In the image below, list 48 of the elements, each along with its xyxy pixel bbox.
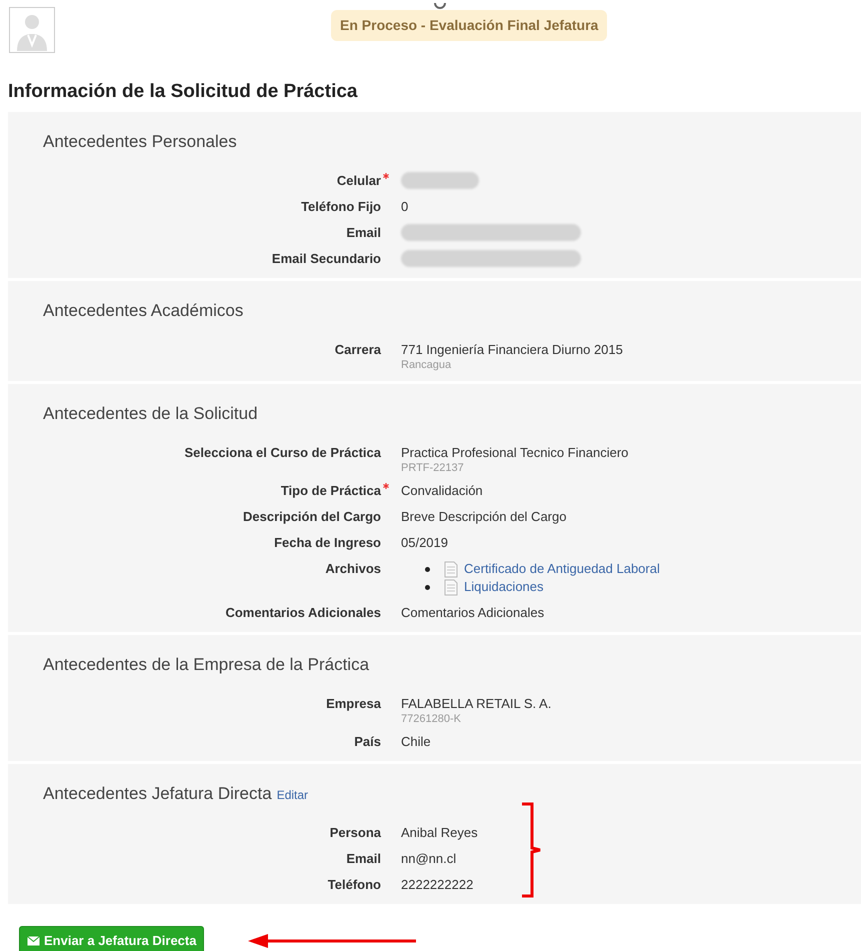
field-value: Breve Descripción del Cargo: [401, 508, 566, 526]
field-label: Fecha de Ingreso: [274, 534, 381, 552]
status-badge: En Proceso - Evaluación Final Jefatura: [331, 10, 608, 41]
field-label: Descripción del Cargo: [243, 508, 381, 526]
section-title: Antecedentes Académicos: [43, 301, 244, 321]
page-title: Información de la Solicitud de Práctica: [7, 80, 358, 104]
field-label: Archivos: [325, 560, 381, 578]
section-title: Antecedentes de la Solicitud: [43, 404, 258, 424]
field-label: Persona: [330, 824, 381, 842]
section-title: Antecedentes de la Empresa de la Práctica: [43, 655, 370, 675]
send-button[interactable]: Enviar a Jefatura Directa: [19, 926, 204, 951]
field-value: Practica Profesional Tecnico Financiero: [401, 444, 628, 462]
document-icon: [444, 578, 458, 596]
section-title: Antecedentes Jefatura Directa: [43, 784, 272, 804]
field-value: Anibal Reyes: [401, 824, 478, 842]
field-value: 2222222222: [401, 876, 474, 894]
field-label: Email: [346, 850, 381, 868]
field-value: Chile: [401, 733, 431, 751]
user-avatar-icon: [9, 7, 55, 53]
field-subtext: Rancagua: [401, 359, 452, 371]
section-title: Antecedentes Personales: [43, 132, 237, 152]
field-value: 0: [401, 198, 408, 216]
document-icon: [444, 560, 458, 578]
field-label: País: [354, 733, 381, 751]
bullet-icon: [425, 566, 430, 572]
field-label: Teléfono Fijo: [301, 198, 381, 216]
envelope-icon: [27, 936, 40, 946]
field-label: Email Secundario: [272, 250, 381, 268]
field-label: Celular: [336, 172, 381, 190]
field-label: Comentarios Adicionales: [225, 604, 381, 622]
field-label: Selecciona el Curso de Práctica: [184, 444, 381, 462]
field-value: FALABELLA RETAIL S. A.: [401, 695, 552, 713]
field-label: Carrera: [334, 341, 381, 359]
file-link[interactable]: Liquidaciones: [464, 578, 544, 596]
field-label: Teléfono: [328, 876, 381, 894]
field-value: Convalidación: [401, 482, 483, 500]
field-label: Tipo de Práctica: [280, 482, 381, 500]
field-value: nn@nn.cl: [401, 850, 456, 868]
field-label: Empresa: [326, 695, 381, 713]
field-value: 771 Ingeniería Financiera Diurno 2015: [401, 341, 623, 359]
bullet-icon: [425, 584, 430, 590]
edit-link[interactable]: Editar: [276, 786, 308, 804]
field-subtext: 77261280-K: [401, 713, 462, 725]
field-label: Email: [346, 224, 381, 242]
file-link[interactable]: Certificado de Antiguedad Laboral: [464, 560, 660, 578]
field-value: Comentarios Adicionales: [401, 604, 544, 622]
field-subtext: PRTF-22137: [401, 462, 465, 474]
field-value: 05/2019: [401, 534, 448, 552]
